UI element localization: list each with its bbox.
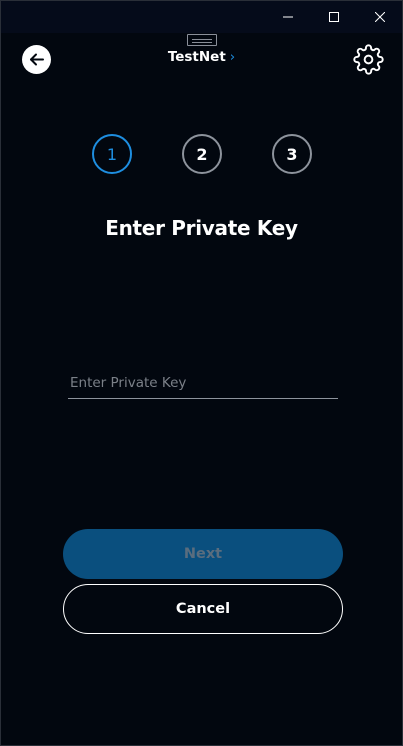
minimize-icon bbox=[283, 16, 293, 18]
app-window: TestNet› 1 2 3 Enter Private Key Next Ca… bbox=[0, 0, 403, 746]
maximize-button[interactable] bbox=[311, 1, 357, 33]
page-title: Enter Private Key bbox=[105, 216, 298, 240]
close-icon bbox=[375, 12, 385, 22]
gear-icon bbox=[353, 44, 384, 75]
step-indicator-1: 1 bbox=[92, 134, 132, 174]
settings-button[interactable] bbox=[353, 44, 384, 75]
network-selector[interactable]: TestNet › bbox=[1, 49, 402, 65]
next-button[interactable]: Next bbox=[63, 529, 343, 579]
drag-handle-icon[interactable] bbox=[187, 34, 217, 46]
cancel-button[interactable]: Cancel bbox=[63, 584, 343, 634]
step-indicator-3: 3 bbox=[272, 134, 312, 174]
close-button[interactable] bbox=[357, 1, 403, 33]
minimize-button[interactable] bbox=[265, 1, 311, 33]
private-key-input[interactable] bbox=[68, 367, 338, 399]
step-indicator-2: 2 bbox=[182, 134, 222, 174]
title-bar[interactable] bbox=[1, 1, 402, 33]
maximize-icon bbox=[329, 12, 339, 22]
chevron-right-icon: › bbox=[229, 49, 236, 65]
network-label: TestNet bbox=[167, 49, 226, 65]
